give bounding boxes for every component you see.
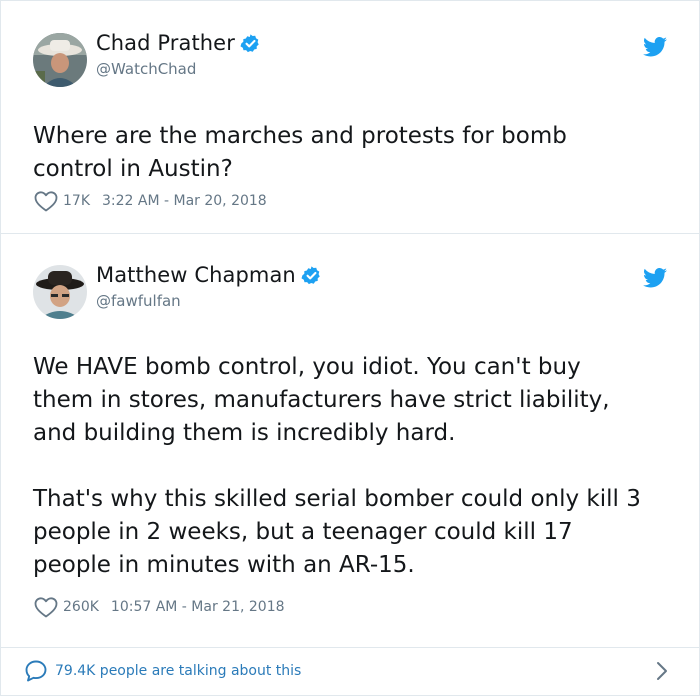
verified-badge-icon [301, 265, 320, 284]
timestamp[interactable]: 10:57 AM - Mar 21, 2018 [111, 599, 285, 615]
talking-count-text[interactable]: 79.4K people are talking about this [55, 663, 301, 679]
display-name[interactable]: Chad Prather [96, 31, 235, 55]
name-row: Chad Prather [96, 31, 261, 55]
conversation-link[interactable]: 79.4K people are talking about this [1, 648, 699, 695]
cowboy-avatar-icon [33, 265, 87, 319]
embedded-tweet-card: Chad Prather @WatchChad Where are the ma… [0, 0, 700, 696]
timestamp[interactable]: 3:22 AM - Mar 20, 2018 [102, 193, 267, 209]
tweet-text: Where are the marches and protests for b… [33, 123, 567, 182]
verified-badge-icon [240, 33, 259, 52]
user-handle[interactable]: @WatchChad [96, 60, 196, 78]
tweet-meta: 17K 3:22 AM - Mar 20, 2018 [33, 189, 267, 213]
display-name[interactable]: Matthew Chapman [96, 263, 296, 287]
heart-icon[interactable] [33, 189, 59, 213]
tweet-meta: 260K 10:57 AM - Mar 21, 2018 [33, 595, 285, 619]
twitter-bird-icon[interactable] [643, 37, 667, 57]
avatar[interactable] [33, 265, 87, 319]
user-handle[interactable]: @fawfulfan [96, 292, 181, 310]
heart-icon[interactable] [33, 595, 59, 619]
name-row: Matthew Chapman [96, 263, 322, 287]
tweet-text: We HAVE bomb control, you idiot. You can… [33, 354, 641, 578]
speech-bubble-icon [25, 660, 47, 682]
like-count[interactable]: 260K [63, 599, 99, 615]
avatar[interactable] [33, 33, 87, 87]
twitter-bird-icon[interactable] [643, 268, 667, 288]
chevron-right-icon[interactable] [655, 659, 669, 683]
tweet-matthew-chapman: Matthew Chapman @fawfulfan We HAVE bomb … [1, 234, 699, 646]
like-count[interactable]: 17K [63, 193, 90, 209]
cowboy-avatar-icon [33, 33, 87, 87]
tweet-chad-prather: Chad Prather @WatchChad Where are the ma… [1, 1, 699, 233]
